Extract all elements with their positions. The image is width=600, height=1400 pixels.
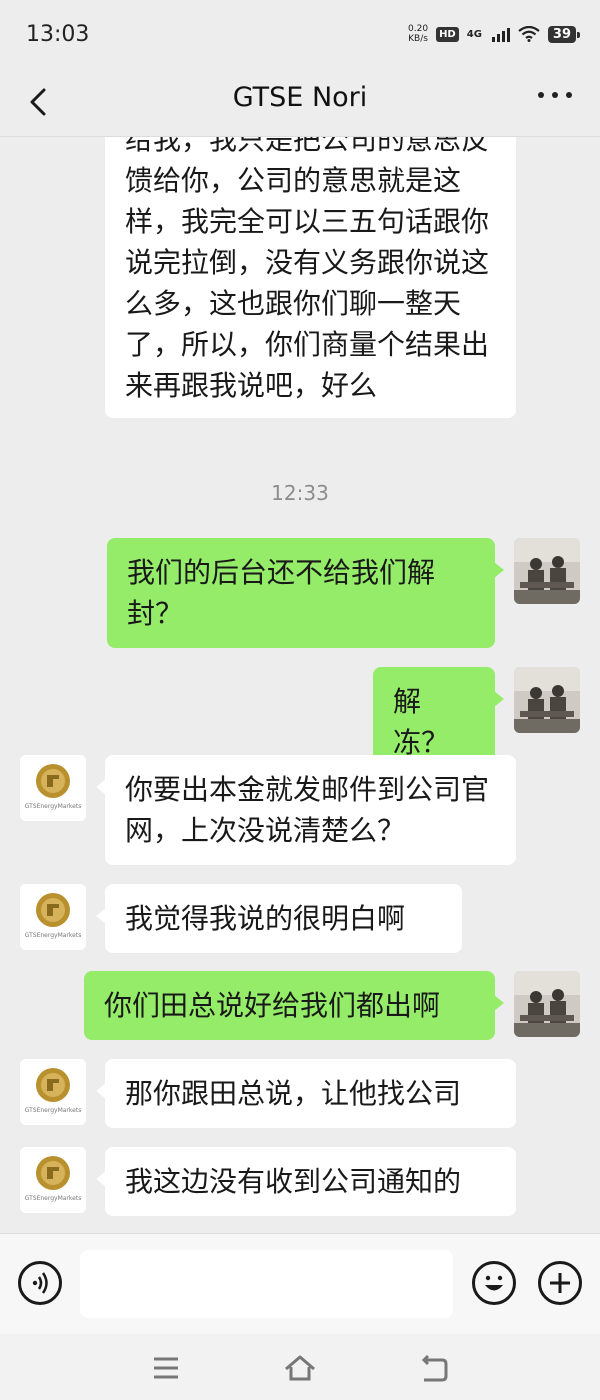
avatar-photo — [514, 667, 580, 733]
my-avatar[interactable] — [514, 667, 580, 733]
net-speed: 0.20 KB/s — [408, 24, 428, 44]
contact-avatar[interactable]: GTSEnergyMarkets — [20, 1059, 86, 1125]
status-bar: 13:03 0.20 KB/s HD 4G 39 — [0, 0, 600, 70]
message-bubble-incoming[interactable]: 那你跟田总说，让他找公司 — [96, 1059, 516, 1128]
my-avatar[interactable] — [514, 971, 580, 1037]
message-text: 那你跟田总说，让他找公司 — [125, 1077, 462, 1110]
wifi-icon — [518, 26, 540, 42]
my-avatar[interactable] — [514, 538, 580, 604]
emoji-icon[interactable] — [472, 1261, 516, 1305]
voice-icon[interactable] — [18, 1261, 62, 1305]
message-text: 给我，我只是把公司的意思反馈给你，公司的意思就是这样，我完全可以三五句话跟你说完… — [125, 137, 490, 402]
message-text: 我这边没有收到公司通知的 — [125, 1165, 462, 1198]
message-bubble-outgoing[interactable]: 你们田总说好给我们都出啊 — [84, 971, 504, 1040]
gtse-logo-icon — [20, 1147, 86, 1213]
avatar-photo — [514, 538, 580, 604]
message-text: 你要出本金就发邮件到公司官网，上次没说清楚么？ — [125, 773, 490, 847]
avatar-logo-text: GTSEnergyMarkets — [24, 1107, 82, 1114]
message-text: 我们的后台还不给我们解封？ — [127, 556, 436, 630]
menu-icon[interactable] — [148, 1350, 184, 1386]
message-bubble-incoming[interactable]: 你要出本金就发邮件到公司官网，上次没说清楚么？ — [96, 755, 516, 865]
avatar-photo — [514, 971, 580, 1037]
message-list[interactable]: 给我，我只是把公司的意思反馈给你，公司的意思就是这样，我完全可以三五句话跟你说完… — [0, 137, 600, 1233]
signal-icon — [491, 26, 510, 42]
message-text: 解冻？ — [393, 685, 450, 759]
gtse-logo-icon — [20, 755, 86, 821]
net-speed-unit: KB/s — [408, 34, 428, 44]
network-type: 4G — [466, 28, 482, 40]
home-icon[interactable] — [282, 1350, 318, 1386]
message-bubble-incoming[interactable]: 给我，我只是把公司的意思反馈给你，公司的意思就是这样，我完全可以三五句话跟你说完… — [105, 137, 516, 418]
gtse-logo-icon — [20, 884, 86, 950]
message-timestamp: 12:33 — [271, 481, 329, 505]
message-bubble-incoming[interactable]: 我这边没有收到公司通知的 — [96, 1147, 516, 1216]
more-dots-icon[interactable] — [538, 92, 572, 98]
system-nav-bar — [0, 1334, 600, 1400]
message-bubble-incoming[interactable]: 我觉得我说的很明白啊 — [96, 884, 462, 953]
status-icons: 0.20 KB/s HD 4G 39 — [408, 24, 581, 44]
gtse-logo-icon — [20, 1059, 86, 1125]
contact-avatar[interactable]: GTSEnergyMarkets — [20, 755, 86, 821]
back-icon[interactable] — [416, 1350, 452, 1386]
hd-badge: HD — [436, 26, 459, 42]
battery-icon: 39 — [547, 25, 581, 43]
net-speed-value: 0.20 — [408, 24, 429, 34]
avatar-logo-text: GTSEnergyMarkets — [24, 1195, 82, 1202]
message-input[interactable] — [80, 1250, 453, 1318]
chat-header: GTSE Nori — [0, 70, 600, 137]
message-text: 你们田总说好给我们都出啊 — [104, 989, 441, 1022]
message-text: 我觉得我说的很明白啊 — [125, 902, 406, 935]
avatar-logo-text: GTSEnergyMarkets — [24, 803, 82, 810]
contact-avatar[interactable]: GTSEnergyMarkets — [20, 1147, 86, 1213]
status-time: 13:03 — [26, 22, 90, 47]
contact-avatar[interactable]: GTSEnergyMarkets — [20, 884, 86, 950]
avatar-logo-text: GTSEnergyMarkets — [24, 932, 82, 939]
plus-icon[interactable] — [538, 1261, 582, 1305]
message-bubble-outgoing[interactable]: 我们的后台还不给我们解封？ — [107, 538, 504, 648]
chat-title: GTSE Nori — [232, 82, 368, 113]
input-bar — [0, 1233, 600, 1334]
